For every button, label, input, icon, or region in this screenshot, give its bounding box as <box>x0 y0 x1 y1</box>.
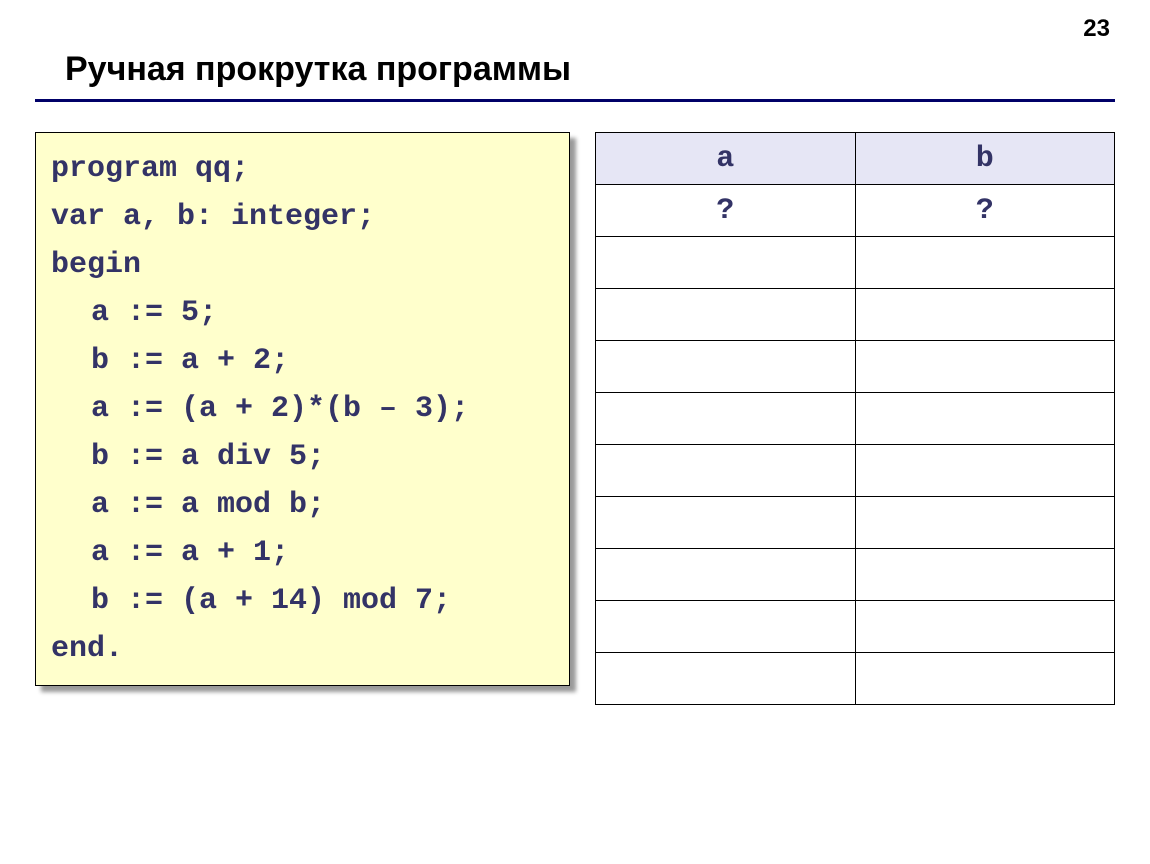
cell-b <box>855 497 1115 549</box>
cell-a <box>596 393 856 445</box>
cell-a <box>596 289 856 341</box>
cell-a <box>596 341 856 393</box>
table-row <box>596 237 1115 289</box>
cell-b <box>855 549 1115 601</box>
table-row <box>596 601 1115 653</box>
table-row <box>596 445 1115 497</box>
code-line: end. <box>51 632 123 666</box>
title-divider <box>35 99 1115 102</box>
cell-b <box>855 601 1115 653</box>
table-header-row: a b <box>596 133 1115 185</box>
cell-a <box>596 653 856 705</box>
cell-a: ? <box>596 185 856 237</box>
trace-table: a b ? ? <box>595 132 1115 705</box>
table-row <box>596 497 1115 549</box>
cell-b <box>855 393 1115 445</box>
code-line: a := (a + 2)*(b – 3); <box>91 392 469 426</box>
content-area: program qq; var a, b: integer; begin a :… <box>35 132 1115 705</box>
table-row <box>596 393 1115 445</box>
cell-a <box>596 445 856 497</box>
code-block: program qq; var a, b: integer; begin a :… <box>35 132 570 686</box>
code-line: b := a + 2; <box>91 344 289 378</box>
code-line: a := 5; <box>91 296 217 330</box>
code-line: b := (a + 14) mod 7; <box>91 584 451 618</box>
cell-b <box>855 341 1115 393</box>
code-line: a := a + 1; <box>91 536 289 570</box>
table-row <box>596 653 1115 705</box>
page-number: 23 <box>1083 15 1110 43</box>
table-row <box>596 549 1115 601</box>
table-row <box>596 289 1115 341</box>
slide-title: Ручная прокрутка программы <box>65 50 1115 89</box>
table-header-b: b <box>855 133 1115 185</box>
table-row: ? ? <box>596 185 1115 237</box>
code-line: var a, b: integer; <box>51 200 375 234</box>
code-line: program qq; <box>51 152 249 186</box>
table-header-a: a <box>596 133 856 185</box>
cell-b <box>855 237 1115 289</box>
code-line: begin <box>51 248 141 282</box>
cell-a <box>596 601 856 653</box>
cell-b <box>855 445 1115 497</box>
cell-b <box>855 653 1115 705</box>
cell-b: ? <box>855 185 1115 237</box>
table-row <box>596 341 1115 393</box>
cell-a <box>596 497 856 549</box>
cell-a <box>596 237 856 289</box>
cell-b <box>855 289 1115 341</box>
cell-a <box>596 549 856 601</box>
code-line: a := a mod b; <box>91 488 325 522</box>
code-line: b := a div 5; <box>91 440 325 474</box>
